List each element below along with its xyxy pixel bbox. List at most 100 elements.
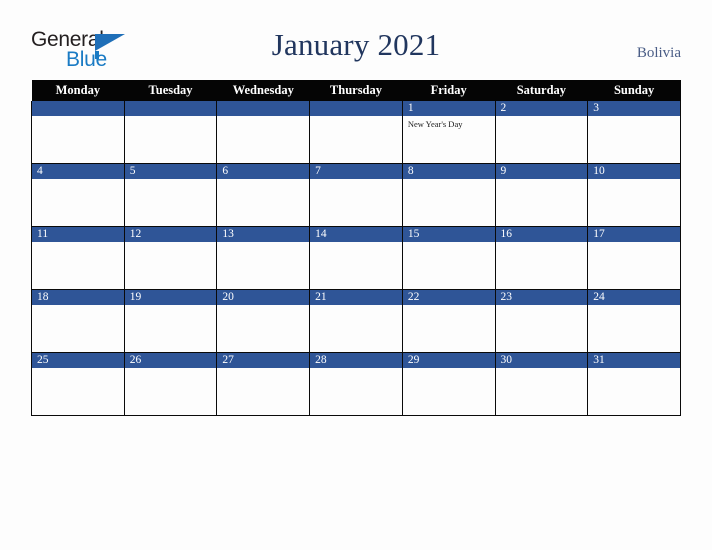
- day-events: [310, 305, 402, 308]
- day-events: [125, 368, 217, 371]
- weekday-header-row: Monday Tuesday Wednesday Thursday Friday…: [31, 80, 681, 101]
- calendar-day-cell[interactable]: 27: [216, 352, 311, 416]
- day-events: [403, 179, 495, 182]
- calendar-empty-cell[interactable]: [216, 101, 311, 164]
- day-number: 13: [217, 227, 310, 242]
- day-number: 6: [217, 164, 310, 179]
- calendar-day-cell[interactable]: 4: [31, 163, 125, 227]
- day-number: 19: [124, 290, 217, 305]
- day-number: 20: [217, 290, 310, 305]
- calendar-day-cell[interactable]: 18: [31, 289, 125, 353]
- day-events: [496, 305, 588, 308]
- calendar-day-cell[interactable]: 23: [494, 289, 589, 353]
- day-number: 9: [495, 164, 588, 179]
- weekday-header-saturday: Saturday: [495, 80, 588, 101]
- calendar-day-cell[interactable]: 28: [309, 352, 403, 416]
- day-number: 15: [402, 227, 495, 242]
- day-number: 29: [402, 353, 495, 368]
- page-title: January 2021: [271, 27, 441, 62]
- day-number: 2: [495, 101, 588, 116]
- day-number: 5: [124, 164, 217, 179]
- calendar-grid: Monday Tuesday Wednesday Thursday Friday…: [31, 80, 681, 416]
- calendar-day-cell[interactable]: 17: [587, 226, 681, 290]
- calendar-day-cell[interactable]: 26: [123, 352, 218, 416]
- day-events: [125, 116, 217, 119]
- calendar-day-cell[interactable]: 12: [123, 226, 218, 290]
- calendar-day-cell[interactable]: 3: [587, 101, 681, 164]
- calendar-day-cell[interactable]: 14: [309, 226, 403, 290]
- day-events: [32, 179, 124, 182]
- day-number: 24: [588, 290, 680, 305]
- day-number: [310, 101, 402, 116]
- day-number: [217, 101, 310, 116]
- day-events: [403, 368, 495, 371]
- calendar-weekday-header: Monday Tuesday Wednesday Thursday Friday…: [31, 80, 681, 101]
- calendar-day-cell[interactable]: 22: [401, 289, 496, 353]
- calendar-day-cell[interactable]: 5: [123, 163, 218, 227]
- day-number: 8: [402, 164, 495, 179]
- calendar-empty-cell[interactable]: [31, 101, 125, 164]
- day-number: 18: [32, 290, 124, 305]
- calendar-day-cell[interactable]: 8: [401, 163, 496, 227]
- calendar-day-cell[interactable]: 11: [31, 226, 125, 290]
- calendar-day-cell[interactable]: 29: [401, 352, 496, 416]
- calendar-day-cell[interactable]: 13: [216, 226, 311, 290]
- day-number: 4: [32, 164, 124, 179]
- calendar-day-cell[interactable]: 6: [216, 163, 311, 227]
- calendar-day-cell[interactable]: 10: [587, 163, 681, 227]
- day-events: [588, 305, 680, 308]
- page-header: General Blue January 2021 Bolivia: [0, 0, 712, 78]
- calendar-day-cell[interactable]: 30: [494, 352, 589, 416]
- calendar-day-cell[interactable]: 2: [494, 101, 589, 164]
- calendar-day-cell[interactable]: 25: [31, 352, 125, 416]
- day-number: 16: [495, 227, 588, 242]
- weekday-header-friday: Friday: [402, 80, 496, 101]
- day-events: [217, 116, 309, 119]
- day-events: [32, 368, 124, 371]
- day-events: New Year's Day: [403, 116, 495, 130]
- day-events: [588, 116, 680, 119]
- day-events: [32, 116, 124, 119]
- calendar-day-cell[interactable]: 9: [494, 163, 589, 227]
- weekday-header-thursday: Thursday: [309, 80, 403, 101]
- day-number: 21: [310, 290, 402, 305]
- calendar-day-cell[interactable]: 31: [587, 352, 681, 416]
- day-events: [310, 116, 402, 119]
- weekday-header-monday: Monday: [31, 80, 125, 101]
- calendar-day-cell[interactable]: 19: [123, 289, 218, 353]
- day-events: [588, 368, 680, 371]
- day-number: 1: [402, 101, 495, 116]
- calendar-day-cell[interactable]: 7: [309, 163, 403, 227]
- calendar-empty-cell[interactable]: [123, 101, 218, 164]
- calendar-week-row: 18 19 20 21 22 23 24: [31, 289, 681, 353]
- weekday-header-tuesday: Tuesday: [124, 80, 217, 101]
- day-number: 26: [124, 353, 217, 368]
- day-events: [125, 242, 217, 245]
- day-number: 28: [310, 353, 402, 368]
- calendar-day-cell[interactable]: 24: [587, 289, 681, 353]
- day-events: [32, 242, 124, 245]
- day-events: [217, 305, 309, 308]
- calendar-day-cell[interactable]: 15: [401, 226, 496, 290]
- calendar-day-cell[interactable]: 16: [494, 226, 589, 290]
- calendar-day-cell[interactable]: 20: [216, 289, 311, 353]
- day-number: 7: [310, 164, 402, 179]
- day-number: 11: [32, 227, 124, 242]
- day-events: [217, 368, 309, 371]
- day-events: [496, 179, 588, 182]
- calendar-day-cell[interactable]: 1 New Year's Day: [401, 101, 496, 164]
- day-events: [403, 242, 495, 245]
- day-number: 30: [495, 353, 588, 368]
- day-number: 3: [588, 101, 680, 116]
- day-events: [310, 242, 402, 245]
- calendar-body: 1 New Year's Day 2 3 4 5 6 7 8 9 10 11 12 13 14 15 16 17 1…: [31, 101, 681, 416]
- calendar-week-row: 25 26 27 28 29 30 31: [31, 352, 681, 416]
- day-events: [310, 179, 402, 182]
- calendar-day-cell[interactable]: 21: [309, 289, 403, 353]
- calendar-empty-cell[interactable]: [309, 101, 403, 164]
- day-events: [496, 368, 588, 371]
- weekday-header-wednesday: Wednesday: [216, 80, 310, 101]
- day-events: [217, 242, 309, 245]
- day-events: [217, 179, 309, 182]
- region-label: Bolivia: [636, 45, 681, 61]
